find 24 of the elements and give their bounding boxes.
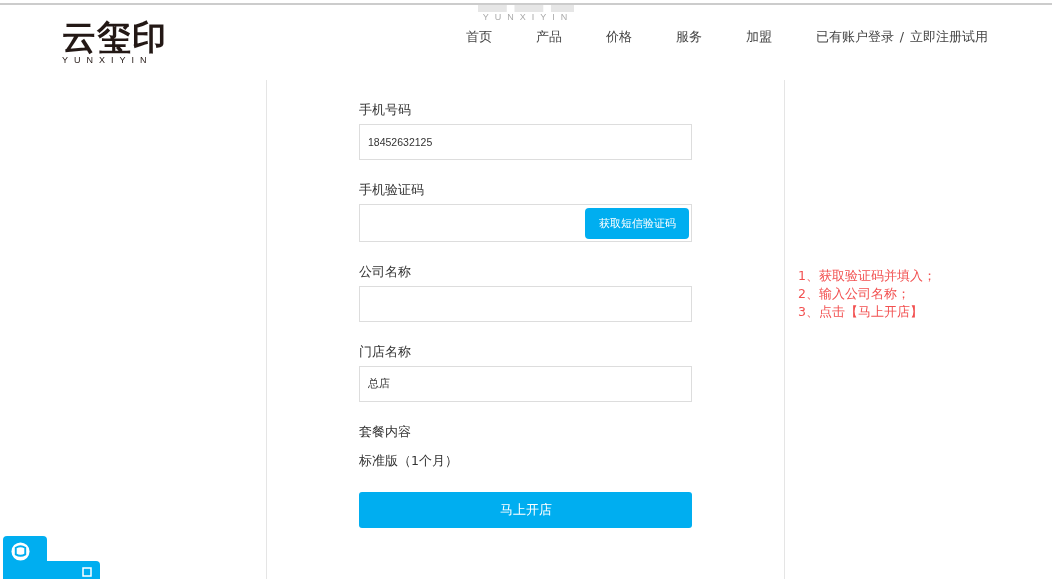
square-icon xyxy=(82,567,92,577)
chat-icon xyxy=(11,542,30,561)
faded-logo: YUNXIYIN xyxy=(478,5,578,23)
field-label: 套餐内容 xyxy=(359,424,412,441)
register-link[interactable]: 立即注册试用 xyxy=(910,29,988,46)
login-link[interactable]: 已有账户登录 xyxy=(815,29,894,46)
nav-link[interactable]: 服务 xyxy=(675,29,702,46)
input-field[interactable] xyxy=(359,286,692,322)
instruction-text: 3、点击【马上开店】 xyxy=(798,303,924,321)
logo[interactable]: 云玺印 YUNXIYIN xyxy=(62,18,167,65)
field-label: 手机验证码 xyxy=(359,182,425,199)
instruction-text: 1、获取验证码并填入； xyxy=(798,267,936,285)
separator: / xyxy=(899,29,904,46)
input-field[interactable]: 总店 xyxy=(359,366,692,402)
input-field[interactable]: 18452632125 xyxy=(359,124,692,160)
nav-link[interactable]: 产品 xyxy=(535,29,562,46)
field-label: 手机号码 xyxy=(359,102,412,119)
plan-value: 标准版（1个月） xyxy=(359,453,459,470)
instruction-text: 2、输入公司名称； xyxy=(798,285,911,303)
field-label: 公司名称 xyxy=(359,264,412,281)
nav-link[interactable]: 加盟 xyxy=(745,29,772,46)
nav-link[interactable]: 价格 xyxy=(605,29,632,46)
field-label: 门店名称 xyxy=(359,344,412,361)
nav-link[interactable]: 首页 xyxy=(465,29,492,46)
